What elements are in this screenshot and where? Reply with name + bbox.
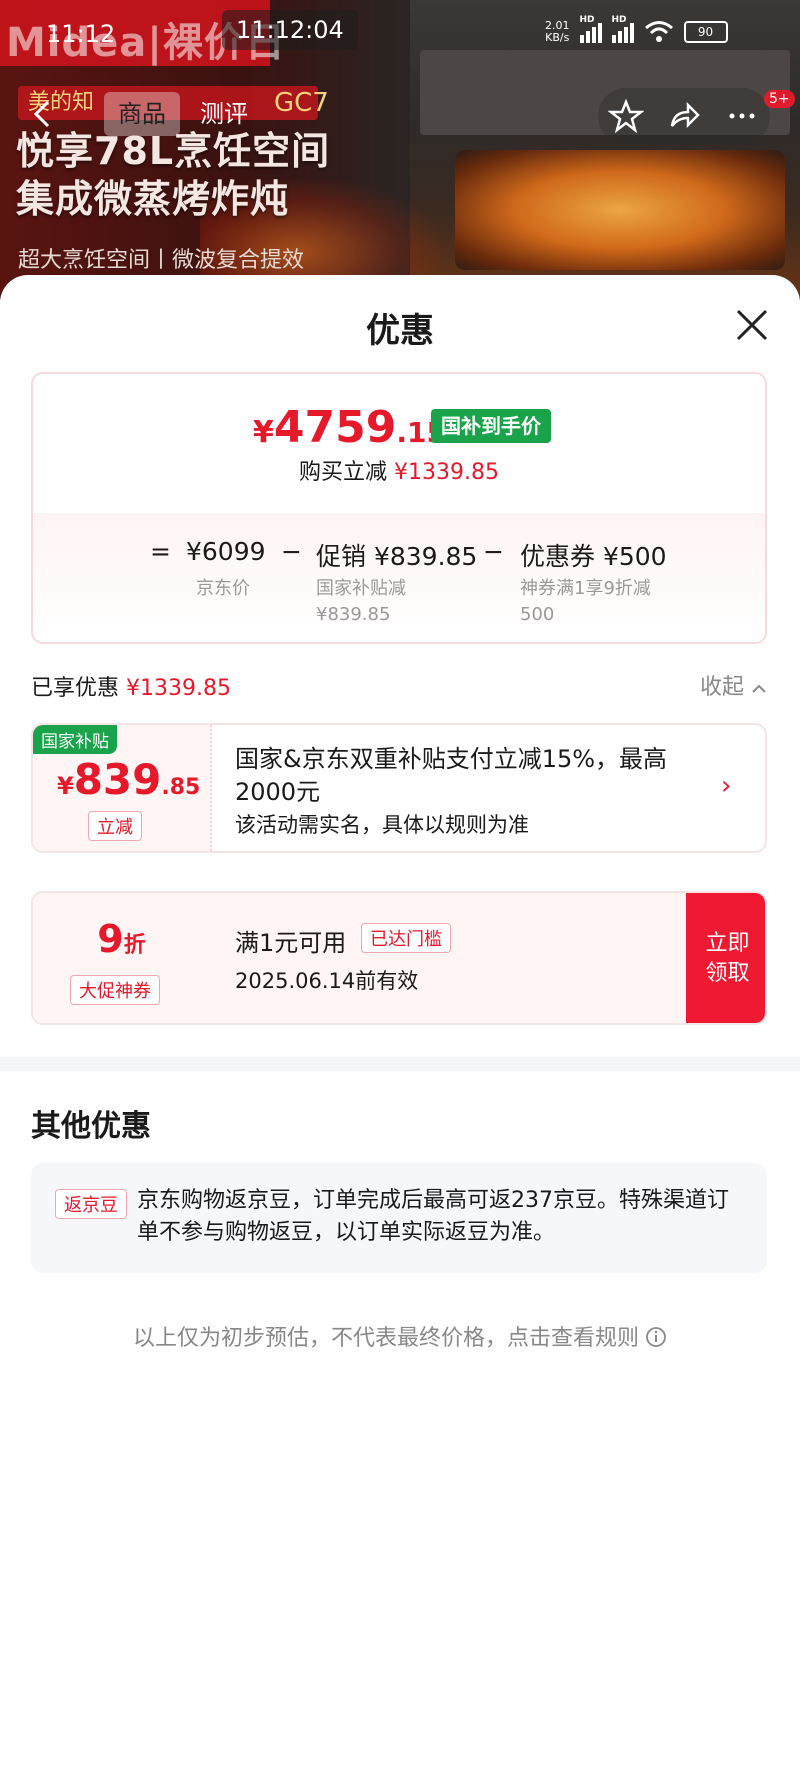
coupon-discount: 9折 bbox=[33, 917, 210, 961]
collapse-button[interactable]: 收起 bbox=[700, 669, 767, 701]
subsidy-amount-currency: ¥ bbox=[57, 772, 74, 800]
subsidy-amount: ¥839.85 bbox=[57, 755, 200, 804]
subsidy-title: 国家&京东双重补贴支付立减15%，最高2000元 bbox=[235, 745, 668, 806]
section-divider bbox=[0, 1057, 800, 1071]
enjoyed-label: 已享优惠 bbox=[31, 676, 120, 701]
claim-button-label-2: 领取 bbox=[705, 961, 750, 986]
star-icon[interactable] bbox=[608, 98, 644, 134]
formula-coupon-label: 神券满1享9折减 500 bbox=[520, 576, 651, 628]
share-icon[interactable] bbox=[666, 98, 702, 134]
subsidy-type-tag: 立减 bbox=[88, 811, 142, 841]
back-button[interactable] bbox=[28, 94, 68, 134]
wifi-icon bbox=[644, 21, 673, 42]
oven-window-image bbox=[455, 150, 785, 270]
coupon-status-tag: 已达门槛 bbox=[361, 923, 451, 953]
formula-base-label: 京东价 bbox=[196, 578, 250, 599]
net-speed: 2.01 KB/s bbox=[545, 19, 570, 44]
formula-base-value: ¥6099 bbox=[186, 537, 266, 566]
formula-promo-label: 国家补贴减 ¥839.85 bbox=[316, 576, 406, 628]
formula-coupon-value: 优惠券 ¥500 bbox=[520, 542, 667, 571]
other-discounts-title: 其他优惠 bbox=[31, 1109, 151, 1144]
signal-icon-2: HD bbox=[611, 15, 634, 43]
message-badge: 5+ bbox=[764, 90, 795, 108]
collapse-label: 收起 bbox=[700, 675, 745, 700]
top-nav: 商品 测评 bbox=[0, 78, 800, 154]
discount-sheet: 优惠 ¥4759.15 国补到手价 购买立减 ¥1339.85 = ¥6099 … bbox=[0, 275, 800, 1777]
formula-coupon-label-1: 神券满1享9折减 bbox=[520, 578, 651, 599]
formula-minus-2: − bbox=[483, 537, 504, 566]
reduce-label: 购买立减 bbox=[299, 460, 388, 485]
coupon-discount-num: 9 bbox=[97, 917, 124, 961]
jd-bean-box: 返京豆 京东购物返京豆，订单完成后最高可返237京豆。特殊渠道订单不参与购物返豆… bbox=[31, 1163, 767, 1273]
coupon-card: 9折 大促神券 满1元可用 已达门槛 2025.06.14前有效 立即 领取 bbox=[31, 891, 767, 1025]
chevron-up-icon bbox=[752, 684, 766, 693]
coupon-valid-date: 2025.06.14前有效 bbox=[235, 969, 419, 993]
claim-button-label-1: 立即 bbox=[705, 931, 750, 956]
coupon-title: 满1元可用 bbox=[235, 929, 347, 957]
coupon-discount-unit: 折 bbox=[123, 933, 146, 958]
chevron-right-icon: › bbox=[721, 771, 732, 801]
coupon-type-tag: 大促神券 bbox=[70, 975, 160, 1005]
formula-minus-1: − bbox=[281, 537, 302, 566]
subsidy-amount-dec: .85 bbox=[161, 775, 201, 800]
enjoyed-discount: 已享优惠 ¥1339.85 bbox=[31, 670, 231, 702]
formula-coupon-label-2: 500 bbox=[520, 604, 555, 625]
final-price-int: 4759 bbox=[273, 402, 397, 453]
subsidy-card[interactable]: 国家补贴 ¥839.85 立减 国家&京东双重补贴支付立减15%，最高2000元… bbox=[31, 723, 767, 853]
formula-promo-label-2: ¥839.85 bbox=[316, 604, 391, 625]
banner-headline-2: 集成微蒸烤炸炖 bbox=[16, 177, 290, 221]
jd-bean-tag: 返京豆 bbox=[55, 1189, 127, 1219]
enjoyed-value: ¥1339.85 bbox=[126, 676, 231, 701]
price-summary: ¥4759.15 国补到手价 购买立减 ¥1339.85 = ¥6099 京东价… bbox=[31, 372, 767, 644]
reduce-line: 购买立减 ¥1339.85 bbox=[33, 454, 765, 486]
coupon-card-mid bbox=[210, 893, 694, 1023]
nav-actions bbox=[598, 88, 770, 144]
signal-icon: HD bbox=[579, 15, 602, 43]
formula-promo-value: 促销 ¥839.85 bbox=[316, 542, 478, 571]
tab-product[interactable]: 商品 bbox=[104, 92, 180, 136]
subsidy-corner-tag: 国家补贴 bbox=[33, 725, 117, 754]
info-icon bbox=[646, 1327, 666, 1347]
final-price: ¥4759.15 bbox=[253, 402, 446, 453]
final-price-currency: ¥ bbox=[253, 415, 274, 450]
rules-footnote[interactable]: 以上仅为初步预估，不代表最终价格，点击查看规则 bbox=[0, 1320, 800, 1352]
subsidy-amount-int: 839 bbox=[73, 755, 162, 804]
tab-review[interactable]: 测评 bbox=[186, 92, 262, 136]
status-clock-overlay: 11:12:04 bbox=[222, 10, 358, 50]
jd-bean-text: 京东购物返京豆，订单完成后最高可返237京豆。特殊渠道订单不参与购物返豆，以订单… bbox=[137, 1188, 729, 1245]
final-price-tag: 国补到手价 bbox=[431, 409, 551, 443]
banner-subline: 超大烹饪空间丨微波复合提效 bbox=[18, 248, 305, 273]
more-icon[interactable] bbox=[724, 98, 760, 134]
claim-coupon-button[interactable]: 立即 领取 bbox=[686, 893, 765, 1023]
product-banner: Midea|裸价日 美的知 GC7 悦享78L烹饪空间 集成微蒸烤炸炖 超大烹饪… bbox=[0, 0, 800, 300]
formula-eq: = bbox=[150, 537, 171, 566]
status-time: 11:12 bbox=[46, 20, 116, 48]
reduce-value: ¥1339.85 bbox=[394, 460, 499, 485]
back-arrow-icon bbox=[33, 100, 50, 128]
sheet-title: 优惠 bbox=[366, 311, 434, 351]
subsidy-desc: 该活动需实名，具体以规则为准 bbox=[235, 813, 529, 837]
battery-icon: 90 bbox=[683, 21, 728, 43]
status-icons: 2.01 KB/s HD HD 90 bbox=[545, 14, 728, 50]
close-icon[interactable] bbox=[730, 303, 774, 347]
formula-promo-label-1: 国家补贴减 bbox=[316, 578, 406, 599]
rules-footnote-text: 以上仅为初步预估，不代表最终价格，点击查看规则 bbox=[132, 1326, 639, 1351]
